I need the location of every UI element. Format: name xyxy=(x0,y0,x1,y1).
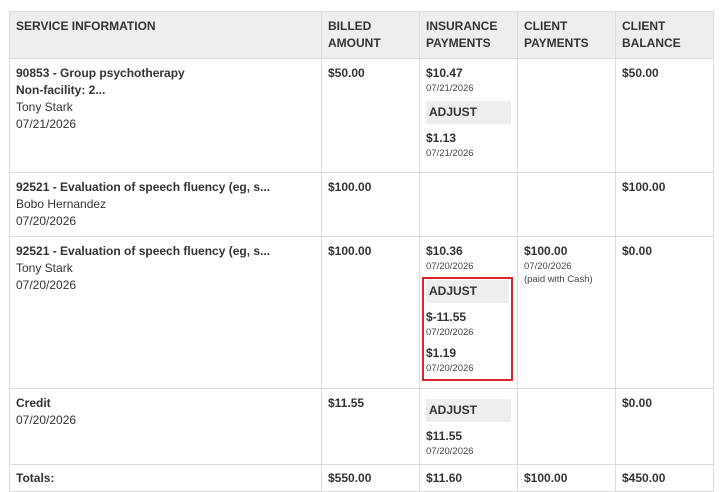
service-date: 07/20/2026 xyxy=(16,413,77,427)
service-cell: 92521 - Evaluation of speech fluency (eg… xyxy=(9,172,322,237)
adjust-date: 07/21/2026 xyxy=(426,148,474,159)
service-cell: 90853 - Group psychotherapy Non-facility… xyxy=(9,58,322,173)
client-payment-cell xyxy=(517,172,616,237)
adjust-amount: $11.55 xyxy=(426,429,463,443)
service-title: 92521 - Evaluation of speech fluency (eg… xyxy=(16,180,271,194)
insurance-amount: $10.36 xyxy=(426,244,463,258)
billing-table: SERVICE INFORMATION BILLED AMOUNT INSURA… xyxy=(9,11,714,492)
totals-client: $100.00 xyxy=(517,464,616,492)
table-header-row: SERVICE INFORMATION BILLED AMOUNT INSURA… xyxy=(9,11,714,59)
client-payment-cell xyxy=(517,58,616,173)
adjust-amount: $-11.55 xyxy=(426,310,467,324)
billed-amount: $100.00 xyxy=(328,180,372,194)
totals-billed: $550.00 xyxy=(321,464,420,492)
insurance-cell: $10.47 07/21/2026 ADJUST $1.13 07/21/202… xyxy=(419,58,518,173)
client-balance: $100.00 xyxy=(622,180,666,194)
billed-cell: $100.00 xyxy=(321,236,420,389)
billed-cell: $100.00 xyxy=(321,172,420,237)
totals-insurance: $11.60 xyxy=(419,464,518,492)
table-row: Credit 07/20/2026 $11.55 ADJUST $11.55 0… xyxy=(9,388,714,465)
service-title: 92521 - Evaluation of speech fluency (eg… xyxy=(16,244,271,258)
service-date: 07/20/2026 xyxy=(16,278,77,292)
balance-cell: $50.00 xyxy=(615,58,714,173)
balance-cell: $100.00 xyxy=(615,172,714,237)
service-date: 07/20/2026 xyxy=(16,214,77,228)
client-balance: $50.00 xyxy=(622,66,659,80)
adjust-date: 07/20/2026 xyxy=(426,327,474,338)
client-payment-amount: $100.00 xyxy=(524,244,568,258)
insurance-cell: ADJUST $11.55 07/20/2026 xyxy=(419,388,518,465)
billed-amount: $11.55 xyxy=(328,396,365,410)
header-service-information: SERVICE INFORMATION xyxy=(9,11,322,59)
billed-amount: $50.00 xyxy=(328,66,365,80)
adjust-date: 07/20/2026 xyxy=(426,363,474,374)
client-payment-cell xyxy=(517,388,616,465)
client-name: Tony Stark xyxy=(16,261,73,275)
totals-row: Totals: $550.00 $11.60 $100.00 $450.00 xyxy=(9,464,714,492)
billed-cell: $11.55 xyxy=(321,388,420,465)
client-payment-date: 07/20/2026 xyxy=(524,261,572,272)
client-balance: $0.00 xyxy=(622,396,653,410)
service-title: Credit xyxy=(16,396,51,410)
header-insurance-payments: INSURANCE PAYMENTS xyxy=(419,11,518,59)
header-client-balance: CLIENT BALANCE xyxy=(615,11,714,59)
highlighted-adjustments: ADJUST $-11.55 07/20/2026 $1.19 07/20/20… xyxy=(422,277,513,381)
insurance-date: 07/21/2026 xyxy=(426,83,474,94)
billed-cell: $50.00 xyxy=(321,58,420,173)
balance-cell: $0.00 xyxy=(615,388,714,465)
insurance-amount: $10.47 xyxy=(426,66,463,80)
adjust-amount: $1.19 xyxy=(426,346,457,360)
table-row: 92521 - Evaluation of speech fluency (eg… xyxy=(9,172,714,237)
service-title: 90853 - Group psychotherapy xyxy=(16,66,185,80)
client-payment-cell: $100.00 07/20/2026 (paid with Cash) xyxy=(517,236,616,389)
adjust-heading: ADJUST xyxy=(426,101,511,124)
table-row: 90853 - Group psychotherapy Non-facility… xyxy=(9,58,714,173)
client-balance: $0.00 xyxy=(622,244,653,258)
adjust-amount: $1.13 xyxy=(426,131,457,145)
service-cell: Credit 07/20/2026 xyxy=(9,388,322,465)
totals-label: Totals: xyxy=(9,464,322,492)
service-date: 07/21/2026 xyxy=(16,117,77,131)
billed-amount: $100.00 xyxy=(328,244,372,258)
adjust-date: 07/20/2026 xyxy=(426,446,474,457)
table-row: 92521 - Evaluation of speech fluency (eg… xyxy=(9,236,714,389)
client-name: Tony Stark xyxy=(16,100,73,114)
totals-balance: $450.00 xyxy=(615,464,714,492)
balance-cell: $0.00 xyxy=(615,236,714,389)
header-client-payments: CLIENT PAYMENTS xyxy=(517,11,616,59)
header-billed-amount: BILLED AMOUNT xyxy=(321,11,420,59)
service-cell: 92521 - Evaluation of speech fluency (eg… xyxy=(9,236,322,389)
client-payment-note: (paid with Cash) xyxy=(524,274,593,285)
client-name: Bobo Hernandez xyxy=(16,197,107,211)
insurance-date: 07/20/2026 xyxy=(426,261,474,272)
insurance-cell: $10.36 07/20/2026 ADJUST $-11.55 07/20/2… xyxy=(419,236,518,389)
insurance-cell xyxy=(419,172,518,237)
service-subtitle: Non-facility: 2... xyxy=(16,83,106,97)
adjust-heading: ADJUST xyxy=(426,280,509,303)
adjust-heading: ADJUST xyxy=(426,399,511,422)
